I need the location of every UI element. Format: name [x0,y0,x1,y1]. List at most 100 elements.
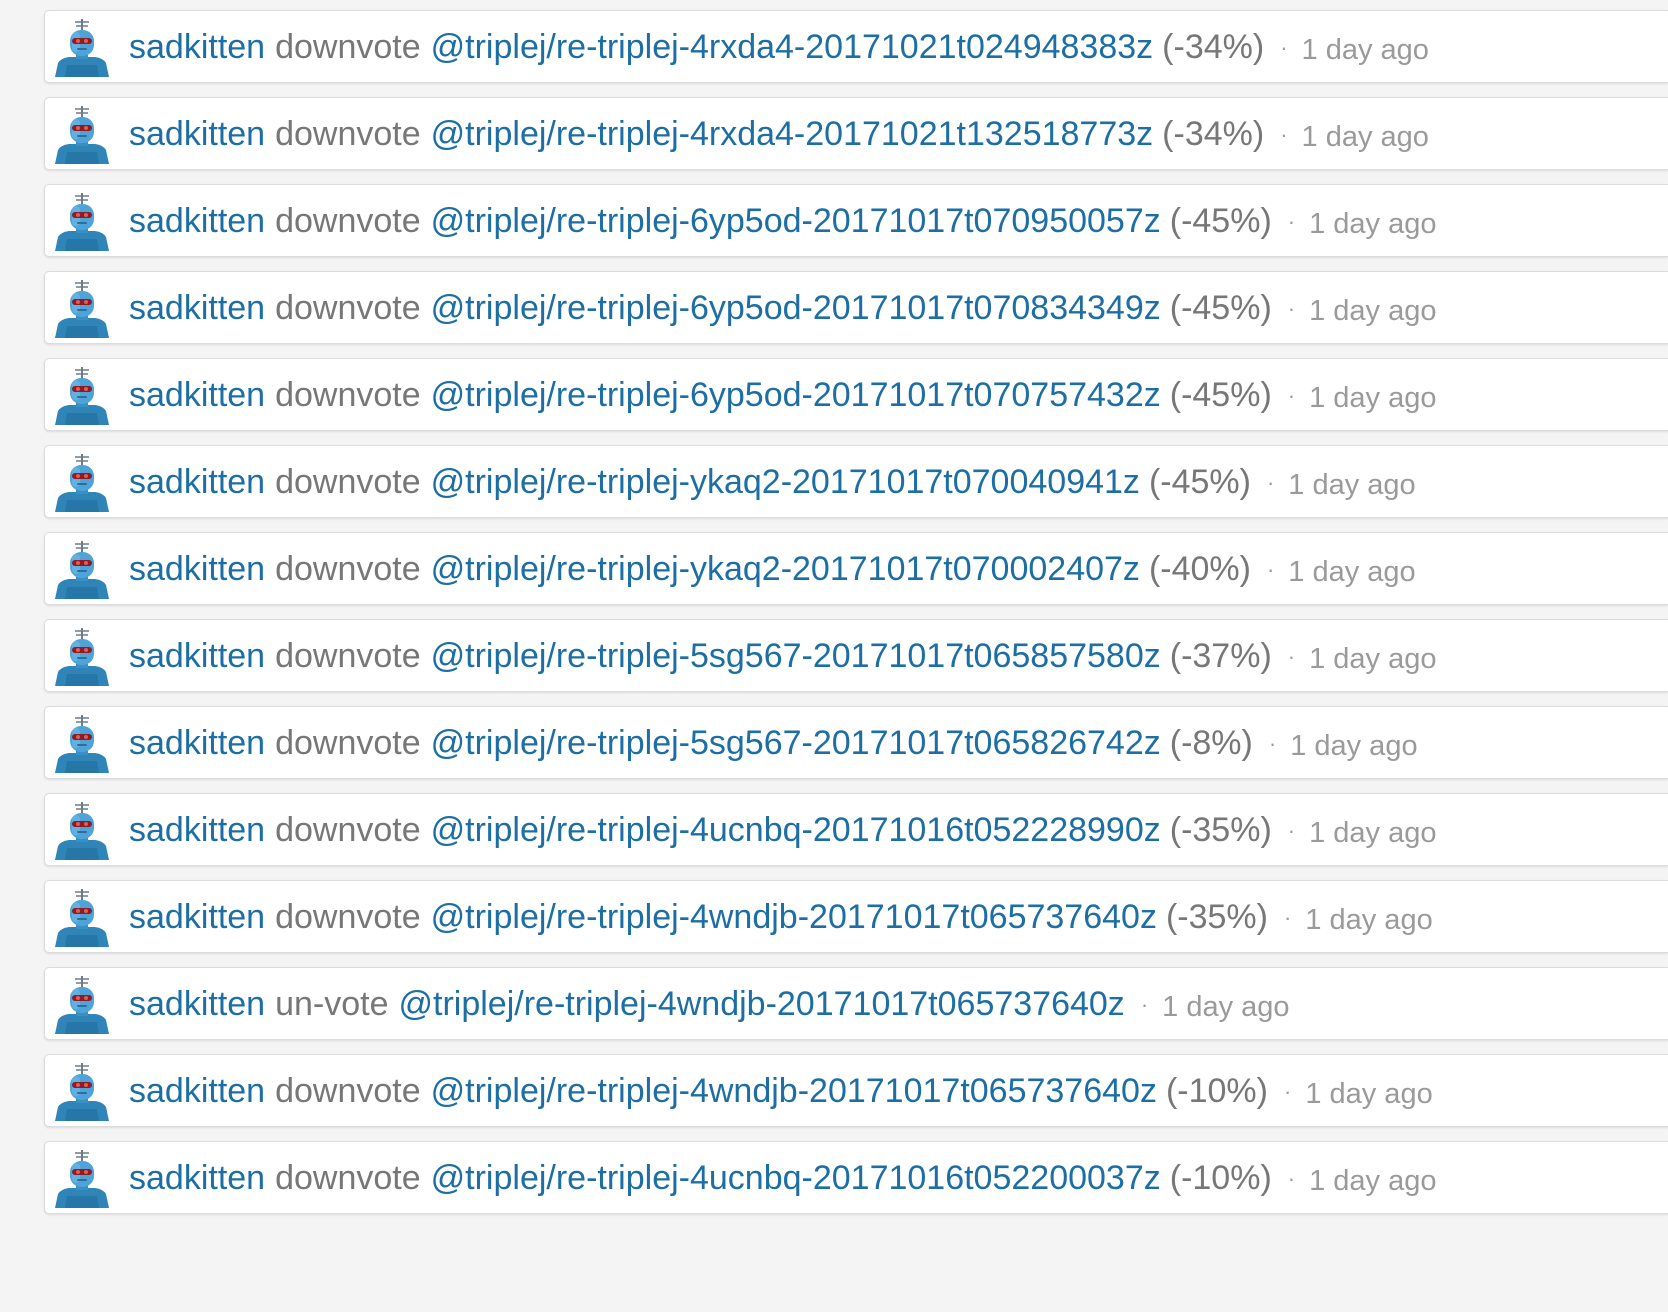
robot-avatar-icon[interactable] [53,365,111,425]
activity-row: sadkitten downvote @triplej/re-triplej-4… [44,97,1668,170]
vote-weight: (-35%) [1165,897,1268,936]
separator-dot: · [1280,35,1288,60]
activity-row: sadkitten downvote @triplej/re-triplej-4… [44,793,1668,866]
username-link[interactable]: sadkitten [129,724,265,763]
robot-avatar-icon[interactable] [53,539,111,599]
vote-action: downvote [275,1158,421,1197]
separator-dot: · [1266,470,1275,495]
separator-dot: · [1140,992,1149,1017]
vote-action: downvote [275,549,421,588]
robot-avatar-icon[interactable] [53,626,111,686]
username-link[interactable]: sadkitten [129,1159,265,1198]
vote-action: downvote [275,636,421,675]
separator-dot: · [1280,122,1288,147]
activity-row: sadkitten downvote @triplej/re-triplej-6… [44,271,1668,344]
robot-avatar-icon[interactable] [53,278,111,338]
robot-avatar-icon[interactable] [53,452,111,512]
post-permlink[interactable]: @triplej/re-triplej-ykaq2-20171017t07000… [431,550,1140,589]
separator-dot: · [1287,644,1296,669]
post-permlink[interactable]: @triplej/re-triplej-4rxda4-20171021t0249… [431,28,1154,67]
activity-row: sadkitten downvote @triplej/re-triplej-4… [44,10,1668,83]
separator-dot: · [1283,1079,1292,1104]
timestamp: 1 day ago [1288,555,1416,588]
activity-row: sadkitten downvote @triplej/re-triplej-5… [44,706,1668,779]
vote-weight: (-34%) [1162,27,1265,66]
vote-weight: (-34%) [1162,114,1265,153]
activity-row: sadkitten downvote @triplej/re-triplej-4… [44,880,1668,953]
vote-action: downvote [275,288,421,327]
vote-weight: (-45%) [1148,462,1251,501]
activity-row: sadkitten downvote @triplej/re-triplej-4… [44,1141,1668,1214]
timestamp: 1 day ago [1162,990,1290,1023]
separator-dot: · [1287,818,1296,843]
vote-weight: (-35%) [1169,810,1272,849]
post-permlink[interactable]: @triplej/re-triplej-4ucnbq-20171016t0522… [431,811,1161,850]
post-permlink[interactable]: @triplej/re-triplej-4wndjb-20171017t0657… [399,985,1125,1024]
separator-dot: · [1287,296,1296,321]
timestamp: 1 day ago [1301,120,1429,153]
activity-row: sadkitten downvote @triplej/re-triplej-y… [44,532,1668,605]
timestamp: 1 day ago [1288,468,1416,501]
vote-action: downvote [275,810,421,849]
vote-weight: (-45%) [1169,288,1272,327]
vote-action: downvote [275,723,421,762]
vote-action: downvote [275,897,421,936]
activity-feed: sadkitten downvote @triplej/re-triplej-4… [44,10,1668,1228]
separator-dot: · [1268,731,1277,756]
username-link[interactable]: sadkitten [129,811,265,850]
vote-weight: (-8%) [1169,723,1253,762]
robot-avatar-icon[interactable] [53,713,111,773]
username-link[interactable]: sadkitten [129,1072,265,1111]
post-permlink[interactable]: @triplej/re-triplej-4wndjb-20171017t0657… [431,898,1157,937]
post-permlink[interactable]: @triplej/re-triplej-6yp5od-20171017t0708… [431,289,1161,328]
timestamp: 1 day ago [1290,729,1418,762]
vote-action: un-vote [275,984,389,1023]
vote-weight: (-10%) [1169,1158,1272,1197]
robot-avatar-icon[interactable] [53,191,111,251]
separator-dot: · [1287,209,1296,234]
separator-dot: · [1266,557,1275,582]
username-link[interactable]: sadkitten [129,289,265,328]
username-link[interactable]: sadkitten [129,115,265,154]
robot-avatar-icon[interactable] [53,974,111,1034]
timestamp: 1 day ago [1309,816,1437,849]
activity-row: sadkitten downvote @triplej/re-triplej-4… [44,1054,1668,1127]
robot-avatar-icon[interactable] [53,104,111,164]
timestamp: 1 day ago [1309,642,1437,675]
vote-action: downvote [275,375,421,414]
username-link[interactable]: sadkitten [129,550,265,589]
post-permlink[interactable]: @triplej/re-triplej-5sg567-20171017t0658… [431,724,1161,763]
robot-avatar-icon[interactable] [53,800,111,860]
timestamp: 1 day ago [1305,903,1433,936]
timestamp: 1 day ago [1301,33,1429,66]
activity-row: sadkitten downvote @triplej/re-triplej-y… [44,445,1668,518]
activity-row: sadkitten un-vote @triplej/re-triplej-4w… [44,967,1668,1040]
username-link[interactable]: sadkitten [129,202,265,241]
robot-avatar-icon[interactable] [53,887,111,947]
robot-avatar-icon[interactable] [53,1148,111,1208]
activity-row: sadkitten downvote @triplej/re-triplej-6… [44,184,1668,257]
robot-avatar-icon[interactable] [53,1061,111,1121]
timestamp: 1 day ago [1309,207,1437,240]
timestamp: 1 day ago [1309,1164,1437,1197]
username-link[interactable]: sadkitten [129,376,265,415]
vote-weight: (-40%) [1148,549,1251,588]
post-permlink[interactable]: @triplej/re-triplej-5sg567-20171017t0658… [431,637,1161,676]
timestamp: 1 day ago [1309,381,1437,414]
post-permlink[interactable]: @triplej/re-triplej-ykaq2-20171017t07004… [431,463,1140,502]
post-permlink[interactable]: @triplej/re-triplej-6yp5od-20171017t0709… [431,202,1161,241]
post-permlink[interactable]: @triplej/re-triplej-4ucnbq-20171016t0522… [431,1159,1161,1198]
username-link[interactable]: sadkitten [129,898,265,937]
robot-avatar-icon[interactable] [53,17,111,77]
username-link[interactable]: sadkitten [129,28,265,67]
username-link[interactable]: sadkitten [129,985,265,1024]
vote-action: downvote [275,114,421,153]
post-permlink[interactable]: @triplej/re-triplej-4wndjb-20171017t0657… [431,1072,1157,1111]
vote-weight: (-37%) [1169,636,1272,675]
vote-action: downvote [275,462,421,501]
username-link[interactable]: sadkitten [129,637,265,676]
post-permlink[interactable]: @triplej/re-triplej-6yp5od-20171017t0707… [431,376,1161,415]
username-link[interactable]: sadkitten [129,463,265,502]
separator-dot: · [1287,383,1296,408]
post-permlink[interactable]: @triplej/re-triplej-4rxda4-20171021t1325… [431,115,1154,154]
